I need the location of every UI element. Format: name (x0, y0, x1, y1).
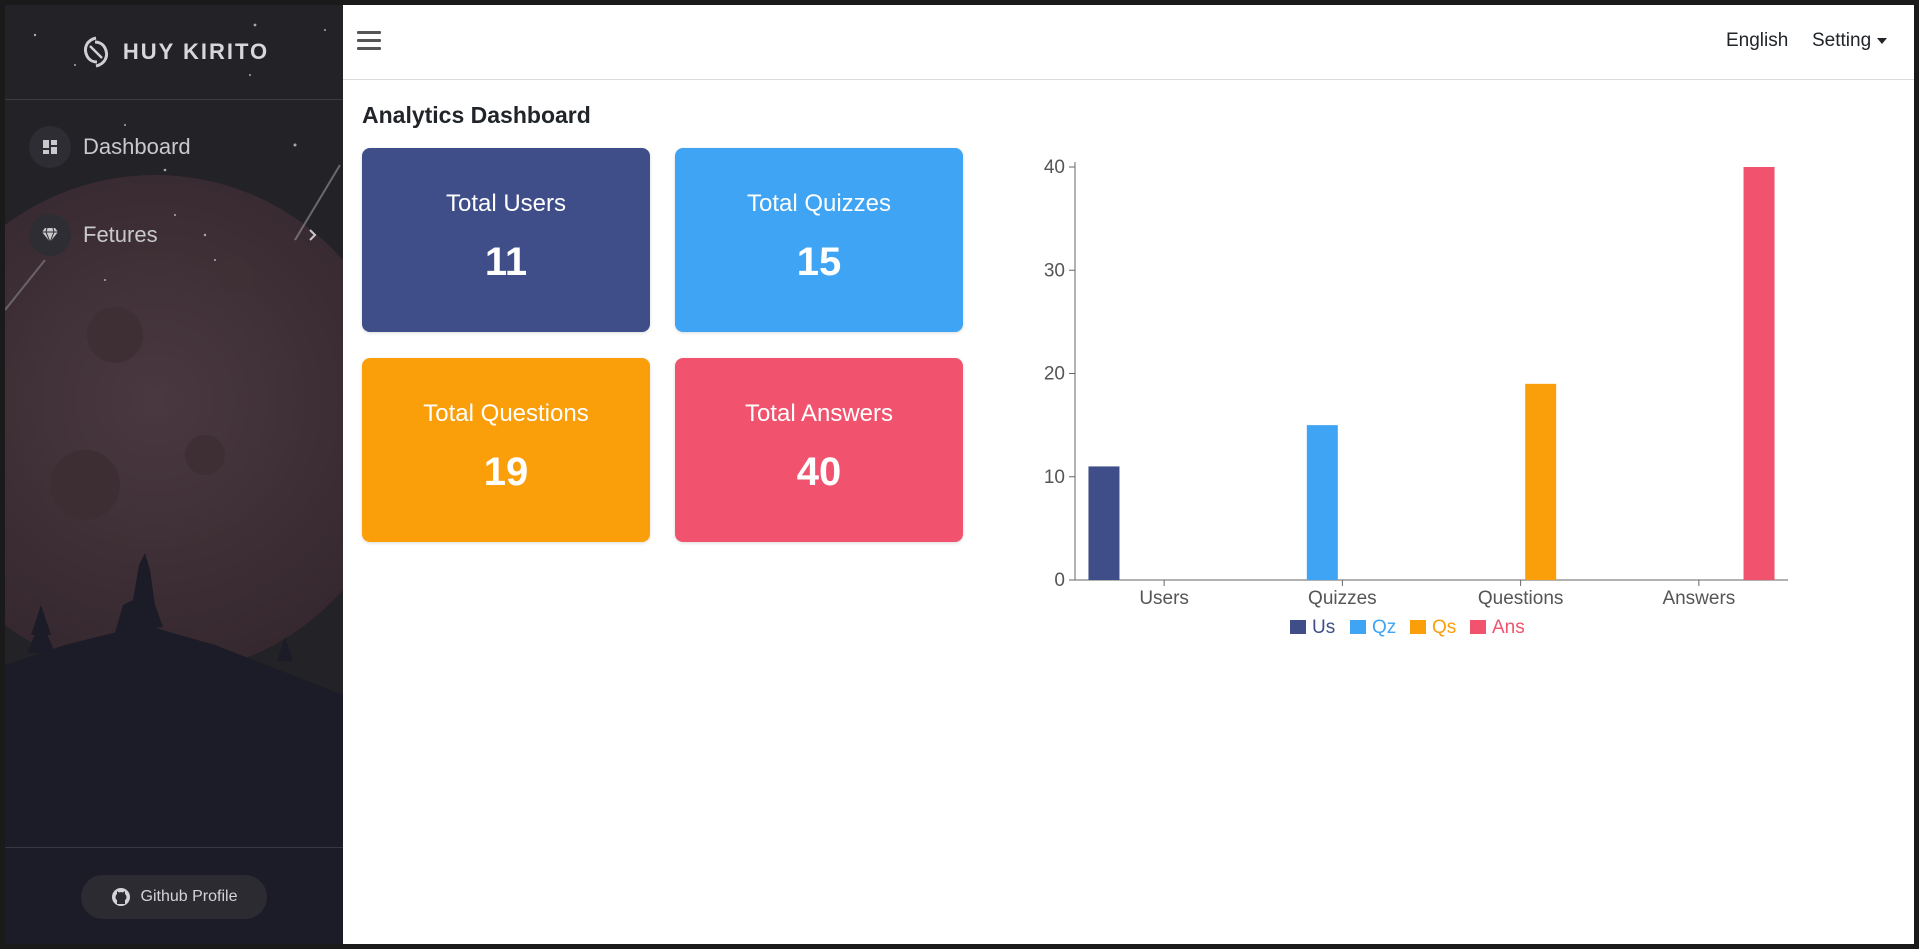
y-tick-label: 40 (1044, 157, 1065, 178)
y-tick-label: 30 (1044, 260, 1065, 281)
github-icon (111, 887, 130, 906)
y-tick-label: 10 (1044, 467, 1065, 488)
stat-card-title: Total Users (445, 190, 567, 217)
caret-down-icon (1877, 38, 1888, 44)
legend-label-ans: Ans (1492, 617, 1525, 638)
stat-card-value: 40 (796, 450, 842, 494)
stat-card-title: Total Quizzes (746, 190, 892, 217)
bar-ans (1743, 167, 1775, 580)
setting-dropdown[interactable]: Setting (1812, 30, 1888, 52)
stat-card-total-quizzes: Total Quizzes 15 (675, 148, 963, 332)
bar-us (1088, 466, 1120, 580)
bar-chart: 0 10 20 30 40 Users Quizzes Questions Answers Us Q… (1044, 157, 1788, 638)
legend-swatch-qs (1410, 620, 1426, 634)
brand[interactable]: HUY KIRITO (5, 5, 343, 100)
brand-logo-icon (83, 36, 108, 68)
stat-card-value: 19 (483, 450, 529, 494)
legend-swatch-us (1290, 620, 1306, 634)
brand-name: HUY KIRITO (122, 39, 270, 64)
bar-qz (1306, 425, 1338, 580)
y-tick-label: 0 (1054, 570, 1065, 591)
sidebar-footer: Github Profile (5, 847, 343, 944)
legend-label-us: Us (1312, 617, 1335, 638)
stat-card-total-questions: Total Questions 19 (362, 358, 650, 542)
x-tick-label: Questions (1478, 588, 1564, 609)
legend-label-qs: Qs (1432, 617, 1456, 638)
stat-card-value: 11 (484, 240, 528, 284)
stat-card-title: Total Questions (423, 400, 589, 427)
github-profile-button[interactable]: Github Profile (80, 874, 268, 919)
stat-card-total-users: Total Users 11 (362, 148, 650, 332)
stat-card-title: Total Answers (744, 400, 894, 427)
dashboard-icon (29, 126, 71, 168)
legend-swatch-qz (1350, 620, 1366, 634)
language-selector[interactable]: English (1726, 30, 1788, 52)
page-title: Analytics Dashboard (362, 102, 591, 128)
app-window: HUY KIRITO Dashboard Fetures Github Prof… (5, 5, 1914, 944)
gem-icon (29, 214, 71, 256)
legend-label-qz: Qz (1372, 617, 1396, 638)
top-navbar: English Setting (343, 5, 1914, 80)
github-profile-label: Github Profile (140, 887, 238, 905)
setting-label: Setting (1812, 30, 1872, 51)
y-tick-label: 20 (1044, 364, 1065, 385)
x-tick-label: Users (1139, 588, 1189, 609)
stat-card-value: 15 (796, 240, 842, 284)
sidebar-item-features[interactable]: Fetures (29, 210, 329, 260)
sidebar-item-label: Fetures (83, 222, 158, 247)
sidebar-item-label: Dashboard (83, 134, 191, 159)
x-tick-label: Answers (1662, 588, 1735, 609)
sidebar-item-dashboard[interactable]: Dashboard (29, 122, 329, 172)
bar-qs (1525, 383, 1557, 580)
sidebar: HUY KIRITO Dashboard Fetures Github Prof… (5, 5, 343, 944)
hamburger-menu-icon[interactable] (357, 31, 381, 53)
legend-swatch-ans (1470, 620, 1486, 634)
stat-card-total-answers: Total Answers 40 (675, 358, 963, 542)
x-tick-label: Quizzes (1308, 588, 1377, 609)
chevron-right-icon (309, 229, 317, 241)
